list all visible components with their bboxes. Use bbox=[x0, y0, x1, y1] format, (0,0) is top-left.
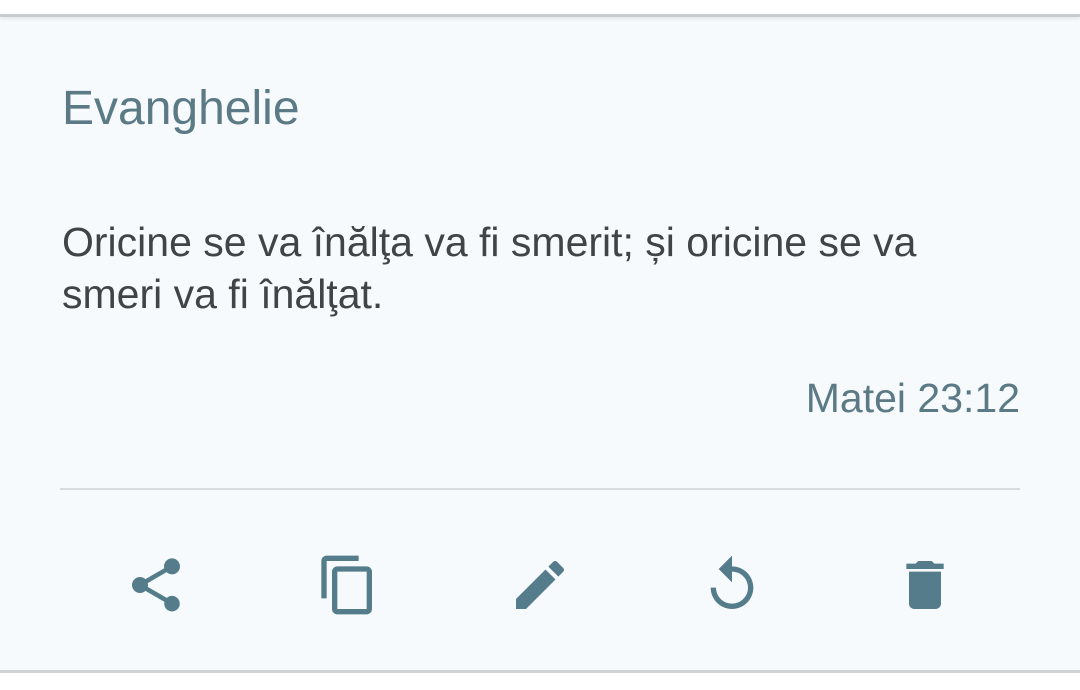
edit-button[interactable] bbox=[495, 540, 585, 630]
verse-text: Oricine se va înălţa va fi smerit; și or… bbox=[62, 219, 917, 317]
copy-icon bbox=[321, 555, 372, 615]
reset-button[interactable] bbox=[687, 540, 777, 630]
share-button[interactable] bbox=[111, 540, 201, 630]
reset-icon bbox=[710, 555, 754, 609]
below-card-area bbox=[0, 673, 1080, 690]
divider bbox=[60, 488, 1020, 490]
action-bar bbox=[60, 540, 1020, 630]
delete-button[interactable] bbox=[880, 540, 970, 630]
card-title: Evanghelie bbox=[62, 82, 300, 135]
top-edge bbox=[0, 0, 1080, 17]
edit-icon bbox=[516, 560, 565, 609]
copy-button[interactable] bbox=[303, 540, 393, 630]
share-icon bbox=[132, 558, 180, 612]
verse-reference: Matei 23:12 bbox=[805, 375, 1020, 421]
delete-icon bbox=[906, 561, 944, 609]
